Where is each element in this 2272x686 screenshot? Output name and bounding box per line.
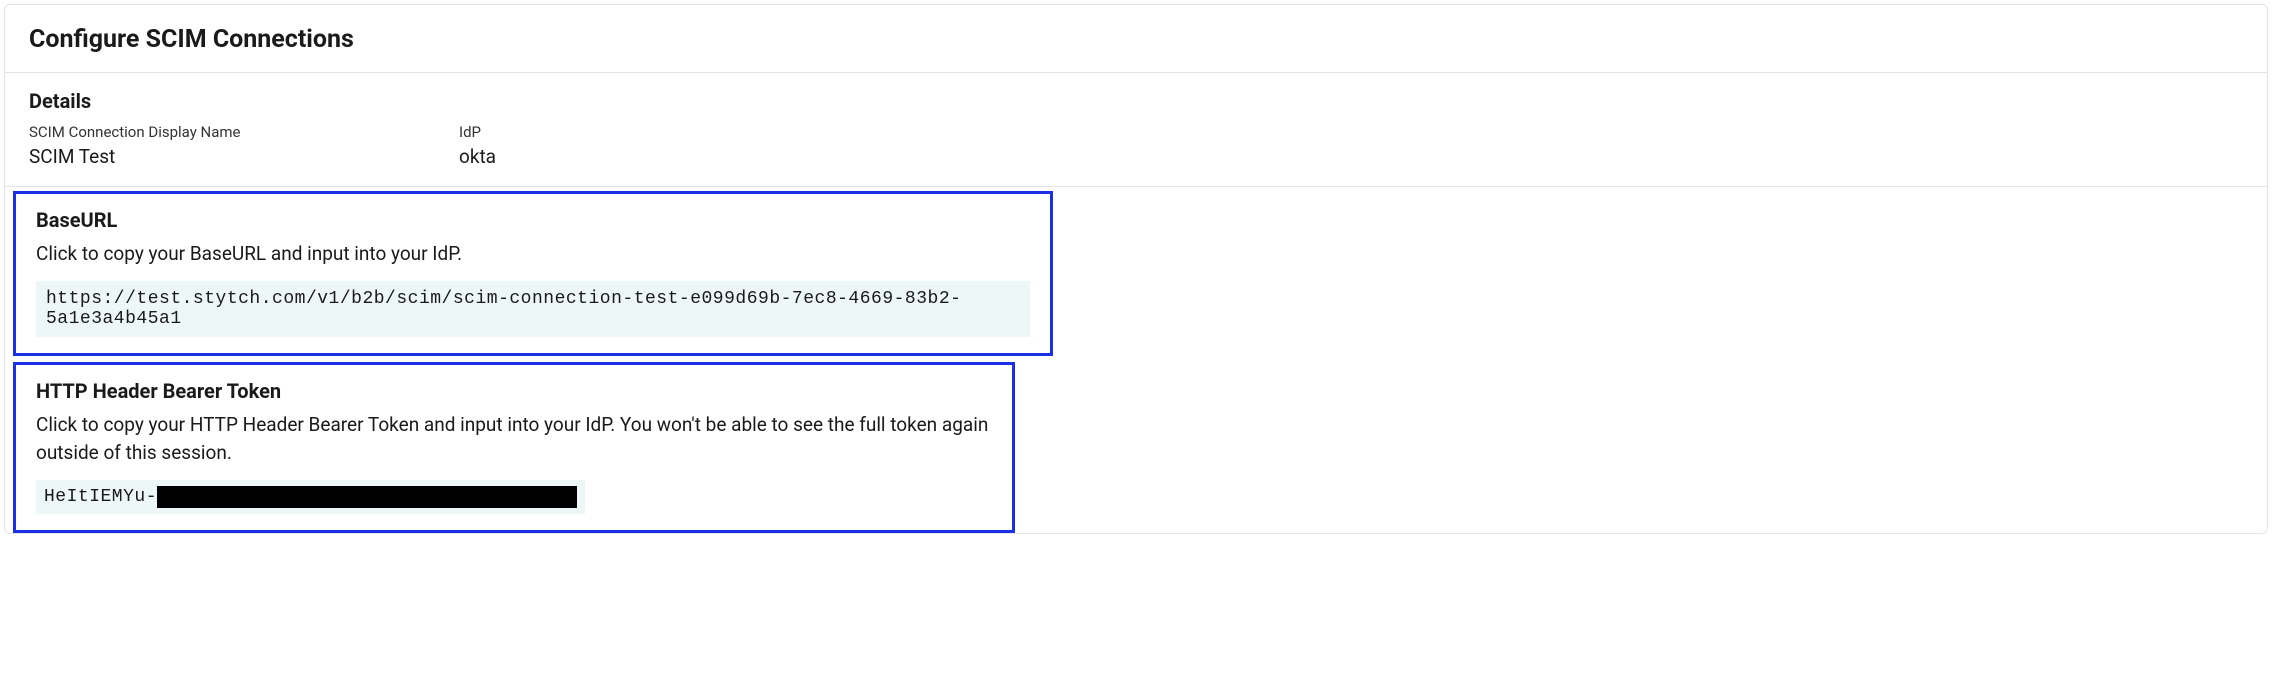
baseurl-box: BaseURL Click to copy your BaseURL and i…	[13, 191, 1053, 356]
baseurl-value[interactable]: https://test.stytch.com/v1/b2b/scim/scim…	[36, 281, 1030, 337]
token-redacted	[157, 486, 577, 508]
bearer-token-heading: HTTP Header Bearer Token	[36, 379, 992, 403]
detail-value: SCIM Test	[29, 145, 459, 168]
detail-display-name: SCIM Connection Display Name SCIM Test	[29, 123, 459, 168]
detail-label: IdP	[459, 123, 496, 141]
bearer-token-description: Click to copy your HTTP Header Bearer To…	[36, 411, 992, 468]
detail-label: SCIM Connection Display Name	[29, 123, 459, 141]
detail-value: okta	[459, 145, 496, 168]
scim-config-panel: Configure SCIM Connections Details SCIM …	[4, 4, 2268, 534]
page-title: Configure SCIM Connections	[29, 25, 2243, 54]
detail-idp: IdP okta	[459, 123, 496, 168]
baseurl-heading: BaseURL	[36, 208, 1030, 232]
details-heading: Details	[29, 89, 2243, 113]
baseurl-description: Click to copy your BaseURL and input int…	[36, 240, 1030, 269]
header-section: Configure SCIM Connections	[5, 5, 2267, 73]
bearer-token-value[interactable]: HeItIEMYu-	[36, 480, 585, 514]
details-section: Details SCIM Connection Display Name SCI…	[5, 73, 2267, 187]
bearer-token-box: HTTP Header Bearer Token Click to copy y…	[13, 362, 1015, 533]
token-prefix: HeItIEMYu-	[44, 487, 157, 507]
details-grid: SCIM Connection Display Name SCIM Test I…	[29, 123, 2243, 168]
